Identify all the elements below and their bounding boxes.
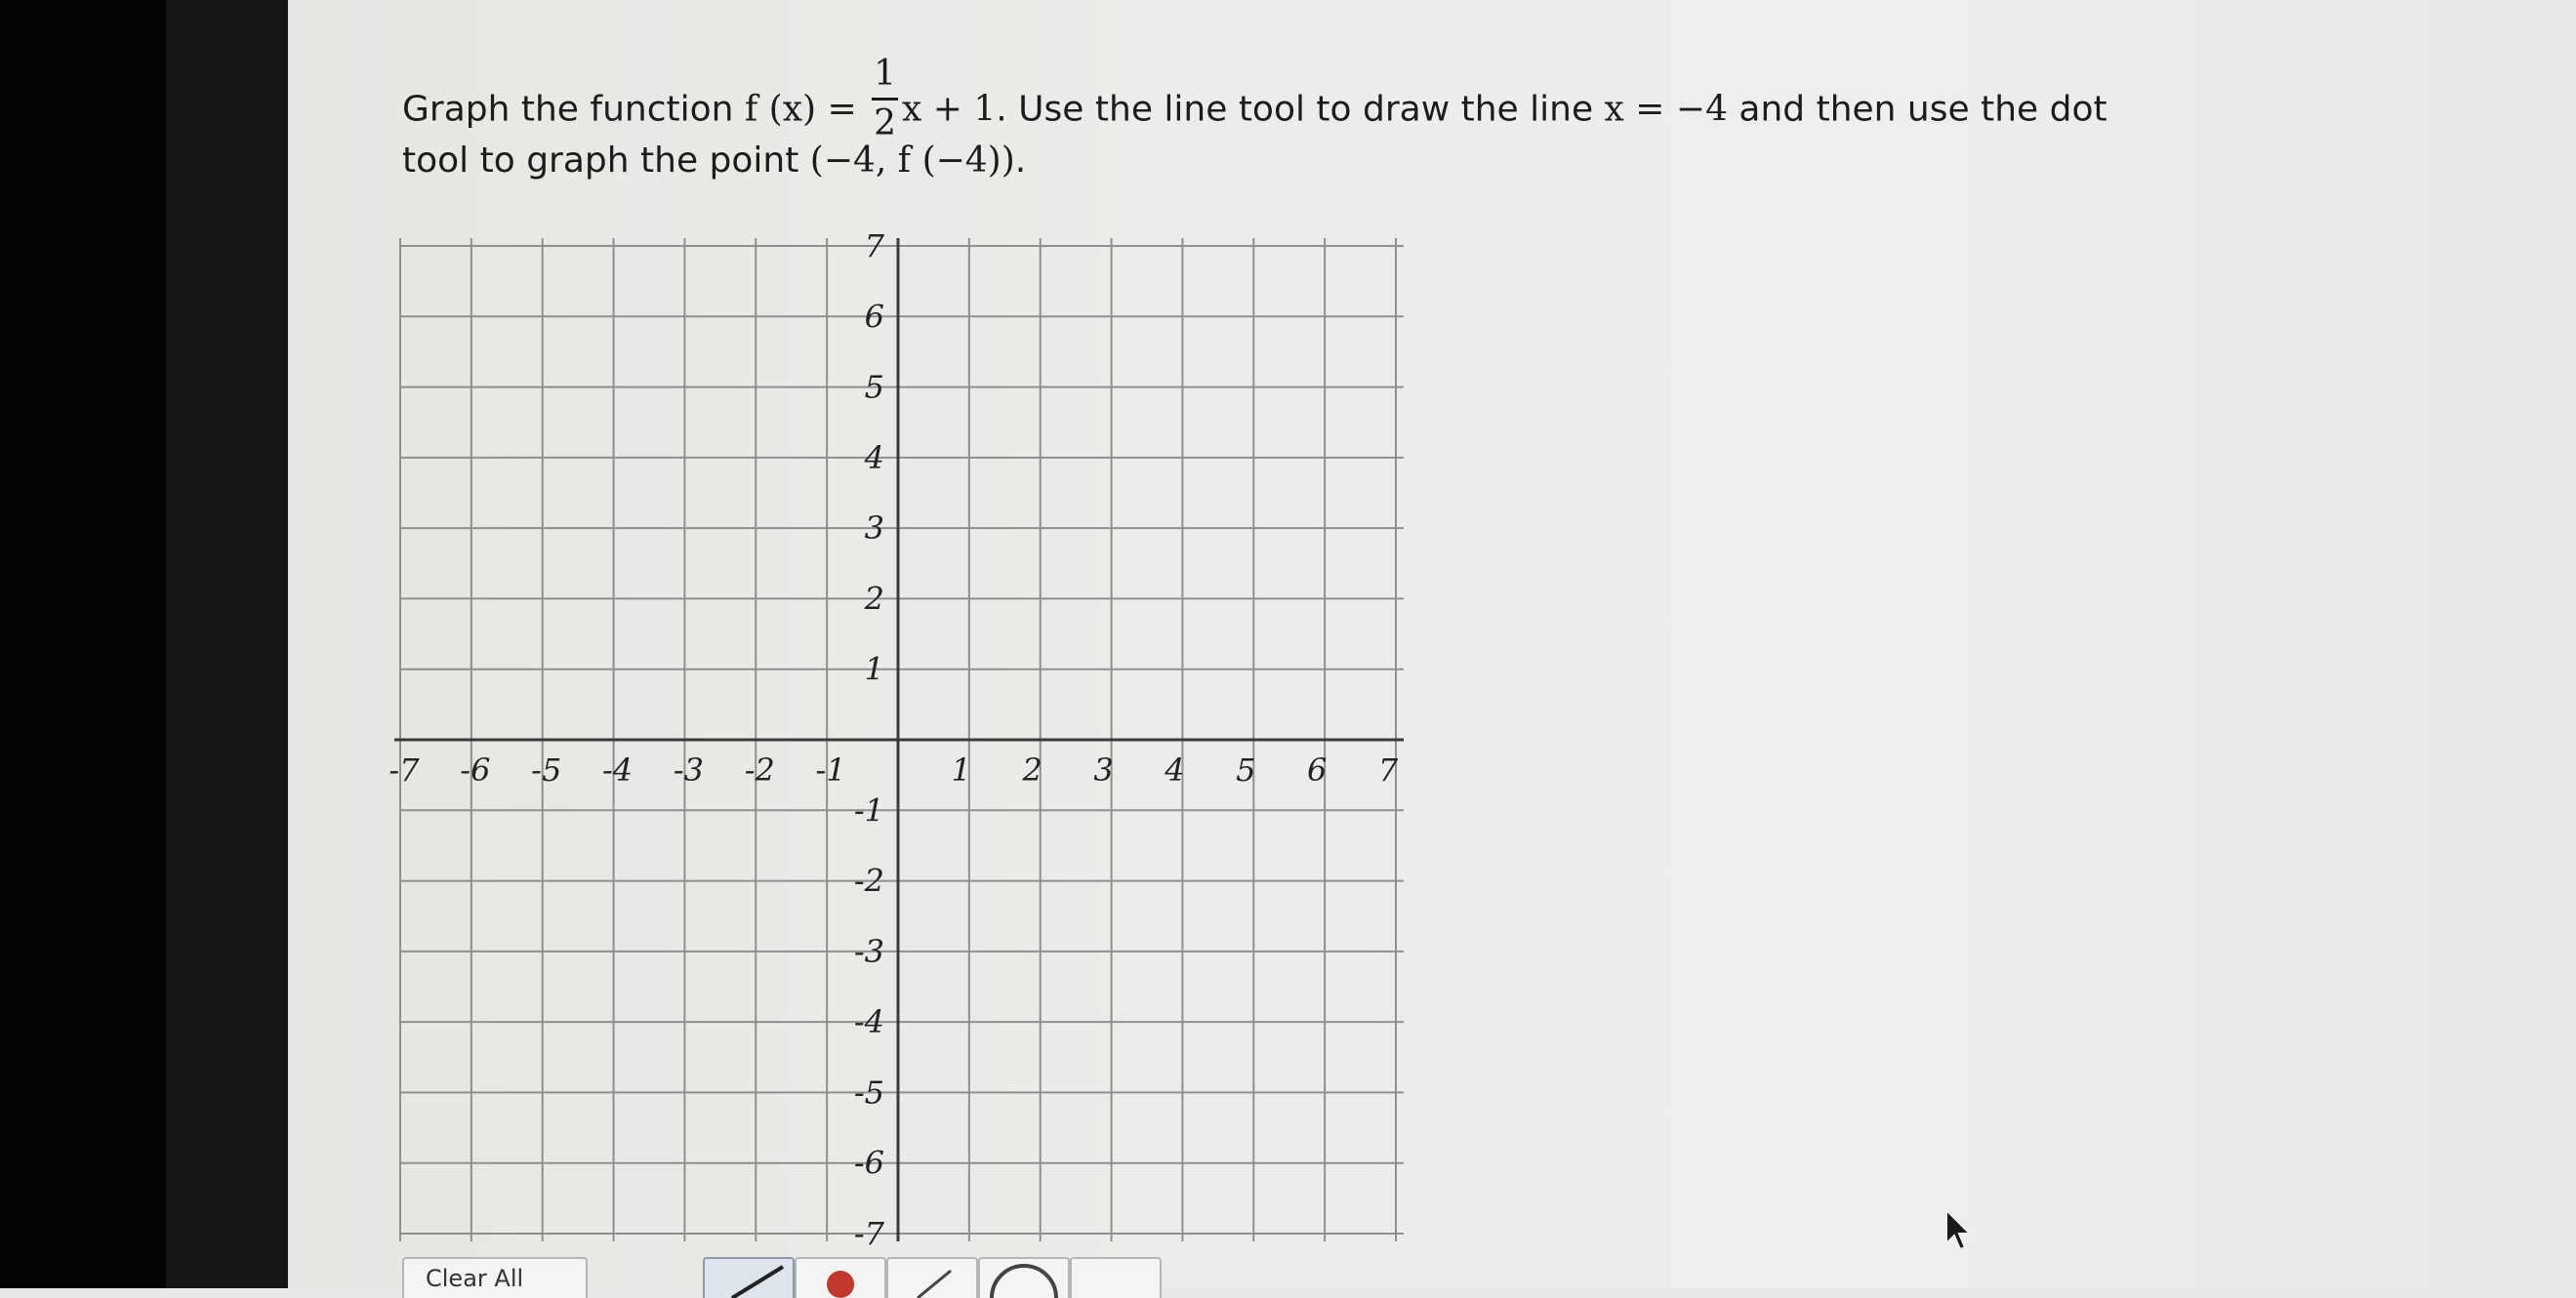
y-tick-label: -5 xyxy=(854,1074,884,1111)
x-tick-label: -2 xyxy=(745,751,775,789)
coordinate-plane[interactable]: -7 -6 -5 -4 -3 -2 -1 1 2 3 4 5 6 7 7 6 5 4 3 2 1 -1 -2 -3 -4 -5 -6… xyxy=(388,227,1404,1252)
function-rhs: x + 1 xyxy=(902,89,997,130)
y-tick-label: -6 xyxy=(854,1145,884,1182)
x-tick-label: 7 xyxy=(1378,751,1399,789)
fraction-numerator: 1 xyxy=(872,57,899,101)
x-tick-label: -1 xyxy=(816,751,846,789)
monitor-bezel xyxy=(0,0,166,1288)
y-tick-label: 1 xyxy=(865,651,884,688)
target-point: (−4, f (−4)) xyxy=(809,141,1015,181)
y-tick-label: -3 xyxy=(854,933,884,970)
x-tick-label: -7 xyxy=(388,751,420,789)
y-tick-label: 6 xyxy=(865,298,884,335)
question-line2-intro: tool to graph the point xyxy=(402,141,810,181)
line-tool-button[interactable] xyxy=(703,1257,795,1298)
dot-tool-button[interactable] xyxy=(795,1257,886,1298)
segment-tool-button[interactable] xyxy=(886,1257,978,1298)
circle-tool-button[interactable] xyxy=(978,1257,1070,1298)
x-tick-label: 2 xyxy=(1022,751,1043,789)
x-tick-label: 1 xyxy=(952,751,971,789)
line-tool-icon xyxy=(730,1265,785,1298)
clear-all-button[interactable]: Clear All xyxy=(402,1257,588,1298)
line-equation: x = −4 xyxy=(1604,89,1728,130)
y-tick-label: -1 xyxy=(854,791,884,829)
y-tick-label: 5 xyxy=(865,369,884,406)
more-tool-icon xyxy=(1072,1259,1160,1298)
y-tick-label: 4 xyxy=(864,439,884,476)
function-lhs: f (x) = xyxy=(744,89,869,130)
x-tick-label: -6 xyxy=(460,751,490,789)
graph-toolbar: Clear All xyxy=(402,1257,1183,1298)
y-tick-label: -2 xyxy=(854,863,884,900)
circle-tool-icon xyxy=(990,1264,1058,1298)
fraction-denominator: 2 xyxy=(874,103,897,143)
y-tick-label: -7 xyxy=(854,1215,885,1252)
x-tick-label: 3 xyxy=(1093,751,1113,789)
dot-tool-icon xyxy=(827,1271,854,1298)
more-tools-button[interactable] xyxy=(1070,1257,1162,1298)
question-line-2: tool to graph the point (−4, f (−4)). xyxy=(402,141,1026,181)
x-tick-label: 5 xyxy=(1236,751,1255,789)
x-tick-label: -5 xyxy=(531,751,561,789)
question-instruction-end: and then use the dot xyxy=(1727,89,2107,130)
graphing-canvas[interactable]: -7 -6 -5 -4 -3 -2 -1 1 2 3 4 5 6 7 7 6 5 4 3 2 1 -1 -2 -3 -4 -5 -6… xyxy=(388,227,1404,1252)
y-tick-label: -4 xyxy=(854,1003,884,1040)
question-instruction: . Use the line tool to draw the line xyxy=(996,89,1605,130)
mouse-cursor-icon xyxy=(1945,1208,1973,1251)
y-tick-label: 2 xyxy=(864,580,884,617)
x-tick-label: -4 xyxy=(602,751,633,789)
x-tick-label: 6 xyxy=(1307,751,1327,789)
question-period: . xyxy=(1014,141,1027,181)
x-tick-label: -3 xyxy=(674,751,704,789)
y-tick-label: 7 xyxy=(865,227,885,264)
y-tick-label: 3 xyxy=(865,509,884,547)
segment-tool-icon xyxy=(917,1269,952,1298)
x-tick-label: 4 xyxy=(1164,751,1184,789)
question-intro: Graph the function xyxy=(402,89,745,130)
fraction-one-half: 12 xyxy=(872,57,899,143)
monitor-bezel-inner xyxy=(166,0,288,1288)
